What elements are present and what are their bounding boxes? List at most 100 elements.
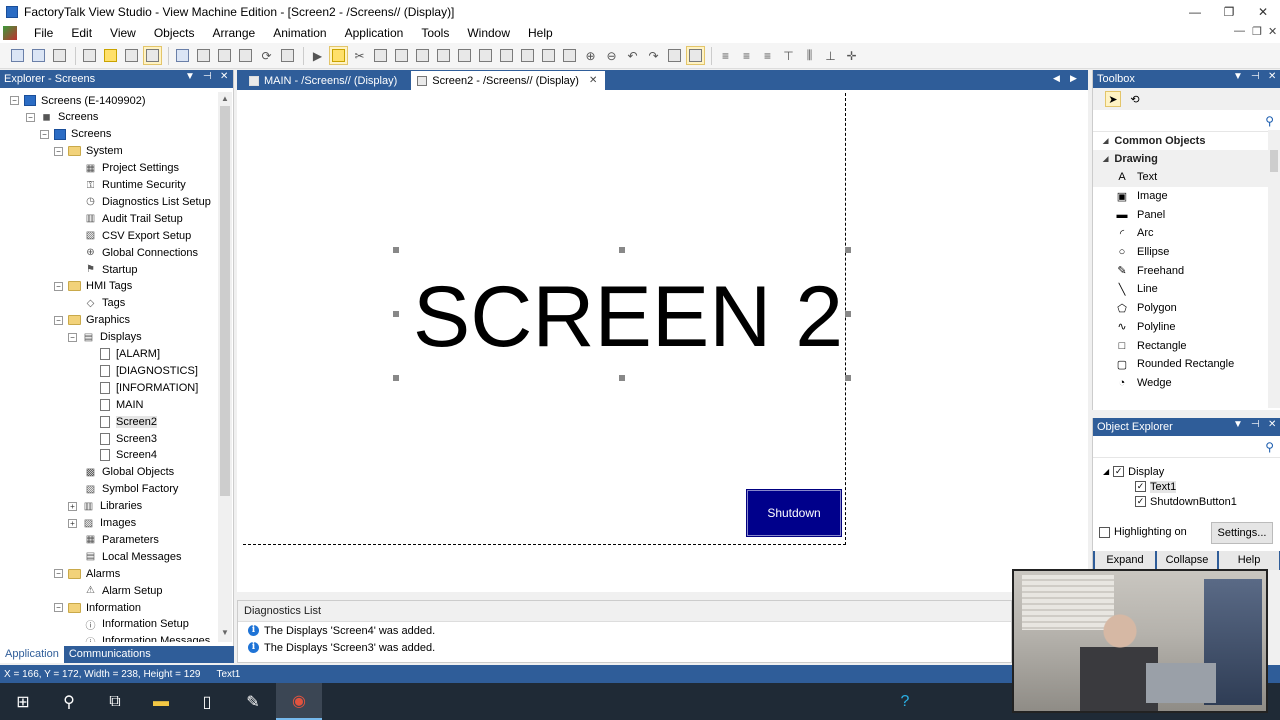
explorer-close-icon[interactable]: ✕ — [220, 71, 228, 82]
undo-icon[interactable]: ↶ — [623, 46, 642, 65]
save-icon[interactable] — [29, 46, 48, 65]
scroll-thumb[interactable] — [1270, 150, 1278, 172]
collapse-button[interactable]: Collapse — [1157, 551, 1217, 570]
tab-main-display[interactable]: MAIN - /Screens// (Display) — [243, 71, 405, 90]
display-editor-canvas[interactable]: SCREEN 2 Shutdown — [237, 90, 1088, 592]
selection-handle[interactable] — [393, 247, 399, 253]
toolbox-search[interactable]: ⚲ — [1093, 110, 1280, 132]
tree-item[interactable]: ▧ CSV Export Setup — [84, 227, 192, 244]
object-explorer-close-icon[interactable]: ✕ — [1268, 419, 1276, 430]
list-icon[interactable] — [143, 46, 162, 65]
explorer-dropdown-icon[interactable]: ▼ — [185, 71, 195, 82]
group-drawing[interactable]: ◢ Drawing — [1093, 150, 1280, 168]
transfer-icon[interactable] — [194, 46, 213, 65]
window-icon[interactable] — [278, 46, 297, 65]
tools-icon[interactable] — [122, 46, 141, 65]
diagnostics-row[interactable]: i The Displays 'Screen3' was added. — [238, 639, 1011, 656]
canvas-horizontal-scrollbar[interactable] — [237, 592, 1088, 600]
object-explorer-pin-icon[interactable]: ⊣ — [1251, 419, 1260, 430]
tree-item[interactable]: ⊕ Global Connections — [84, 244, 198, 261]
tree-item[interactable]: − Information — [54, 599, 141, 616]
scroll-up-icon[interactable]: ▲ — [218, 94, 232, 106]
space-icon[interactable] — [455, 46, 474, 65]
tree-item[interactable]: − HMI Tags — [54, 278, 132, 295]
tree-item[interactable]: + ▨ Images — [68, 515, 136, 532]
tree-item[interactable]: [DIAGNOSTICS] — [98, 362, 198, 379]
group-common-objects[interactable]: ◢ Common Objects — [1093, 132, 1280, 150]
tree-item[interactable]: ▧ Symbol Factory — [84, 481, 179, 498]
align-center-icon[interactable]: ≡ — [737, 46, 756, 65]
selection-handle[interactable] — [845, 311, 851, 317]
menu-view[interactable]: View — [101, 23, 145, 43]
collapse-icon[interactable]: − — [54, 315, 63, 325]
selection-handle[interactable] — [619, 247, 625, 253]
tree-item[interactable]: ▤ Local Messages — [84, 548, 182, 565]
tree-item[interactable]: ◇ Tags — [84, 295, 126, 312]
tag-browser-icon[interactable] — [101, 46, 120, 65]
tree-item[interactable]: ▦ Project Settings — [84, 160, 179, 177]
explorer-vertical-scrollbar[interactable]: ▲ ▼ — [218, 92, 232, 642]
tree-item[interactable]: − Alarms — [54, 565, 120, 582]
tool-freehand[interactable]: ✎ Freehand — [1093, 261, 1280, 280]
text1-checkbox[interactable]: ✓ — [1135, 481, 1146, 492]
flip-icon[interactable] — [476, 46, 495, 65]
file-explorer-icon[interactable]: ▬ — [138, 683, 184, 720]
tool-arc[interactable]: ◜ Arc — [1093, 224, 1280, 243]
menu-objects[interactable]: Objects — [145, 23, 204, 43]
tool-image[interactable]: ▣ Image — [1093, 187, 1280, 206]
tool-ellipse[interactable]: ○ Ellipse — [1093, 243, 1280, 262]
collapse-icon[interactable]: − — [10, 96, 19, 105]
toolbox-close-icon[interactable]: ✕ — [1268, 71, 1276, 82]
toolbox-dropdown-icon[interactable]: ▼ — [1233, 71, 1243, 82]
collapse-icon[interactable]: − — [54, 569, 63, 579]
menu-edit[interactable]: Edit — [62, 23, 101, 43]
tool-rectangle[interactable]: □ Rectangle — [1093, 336, 1280, 355]
cut-icon[interactable]: ✂ — [350, 46, 369, 65]
selection-handle[interactable] — [619, 375, 625, 381]
tree-item[interactable]: Screen3 — [98, 430, 157, 447]
selection-handle[interactable] — [845, 247, 851, 253]
menu-tools[interactable]: Tools — [412, 23, 458, 43]
align-middle-icon[interactable]: ⫼ — [800, 46, 819, 65]
menu-application[interactable]: Application — [336, 23, 413, 43]
tree-item[interactable]: Screen4 — [98, 447, 157, 464]
task-view-icon[interactable]: ⧉ — [92, 683, 138, 720]
tree-item[interactable]: MAIN — [98, 396, 144, 413]
tab-application[interactable]: Application — [0, 646, 64, 663]
mdi-minimize-button[interactable]: — — [1234, 25, 1245, 37]
object-explorer-search[interactable]: ⚲ — [1093, 436, 1280, 458]
tree-item[interactable]: [INFORMATION] — [98, 379, 198, 396]
bring-front-icon[interactable] — [539, 46, 558, 65]
collapse-icon[interactable]: − — [68, 332, 77, 342]
group-icon[interactable] — [497, 46, 516, 65]
tree-item[interactable]: ⚠ Alarm Setup — [84, 582, 163, 599]
diagnostics-row[interactable]: i The Displays 'Screen4' was added. — [238, 622, 1011, 639]
document-menu-icon[interactable] — [3, 26, 17, 40]
tree-item[interactable]: ⓘ Information Setup — [84, 616, 189, 633]
explorer-pin-icon[interactable]: ⊣ — [203, 71, 212, 82]
send-back-icon[interactable] — [560, 46, 579, 65]
menu-animation[interactable]: Animation — [264, 23, 335, 43]
tool-line[interactable]: ╲ Line — [1093, 280, 1280, 299]
tool-text[interactable]: A Text — [1093, 168, 1280, 187]
tab-scroll-right-icon[interactable]: ▶ — [1070, 73, 1077, 84]
search-project-icon[interactable] — [215, 46, 234, 65]
tool-rounded-rectangle[interactable]: ▢ Rounded Rectangle — [1093, 355, 1280, 374]
tree-item[interactable]: ⚑ Startup — [84, 261, 137, 278]
factorytalk-icon[interactable]: ✎ — [230, 683, 276, 720]
grid-icon[interactable] — [665, 46, 684, 65]
snap-grid-icon[interactable] — [686, 46, 705, 65]
collapse-icon[interactable]: − — [26, 112, 35, 122]
tree-item[interactable]: − System — [54, 143, 123, 160]
help-tray-icon[interactable]: ? — [882, 683, 928, 720]
refresh-icon[interactable]: ⟳ — [257, 46, 276, 65]
shutdownbutton1-checkbox[interactable]: ✓ — [1135, 496, 1146, 507]
copy-icon[interactable] — [371, 46, 390, 65]
mdi-close-button[interactable]: ✕ — [1268, 25, 1277, 38]
collapse-icon[interactable]: − — [54, 281, 63, 291]
collapse-icon[interactable]: − — [54, 603, 63, 612]
collapse-icon[interactable]: − — [40, 129, 49, 139]
align-bottom-icon[interactable]: ⊥ — [821, 46, 840, 65]
align-left-icon[interactable]: ≡ — [716, 46, 735, 65]
selection-handle[interactable] — [393, 375, 399, 381]
